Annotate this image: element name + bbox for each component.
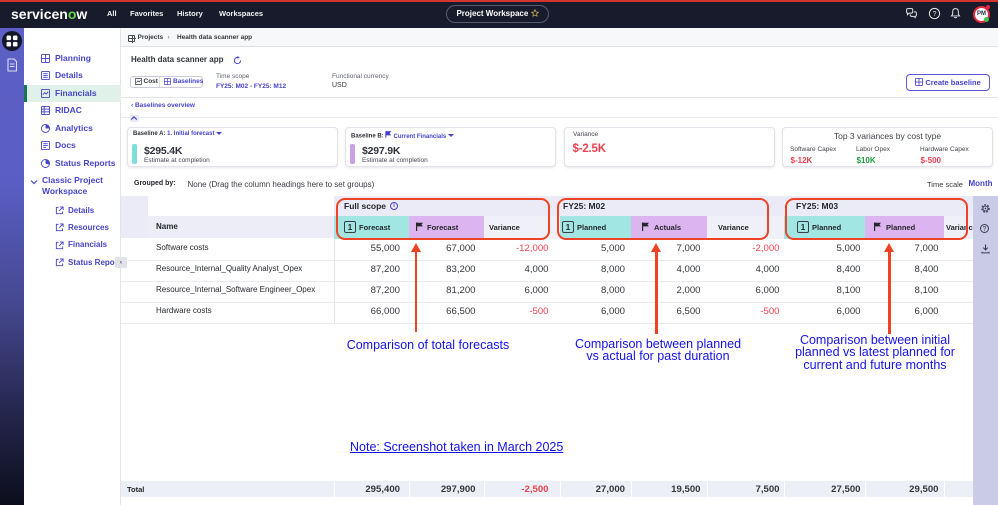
svg-text:?: ? — [933, 11, 937, 18]
